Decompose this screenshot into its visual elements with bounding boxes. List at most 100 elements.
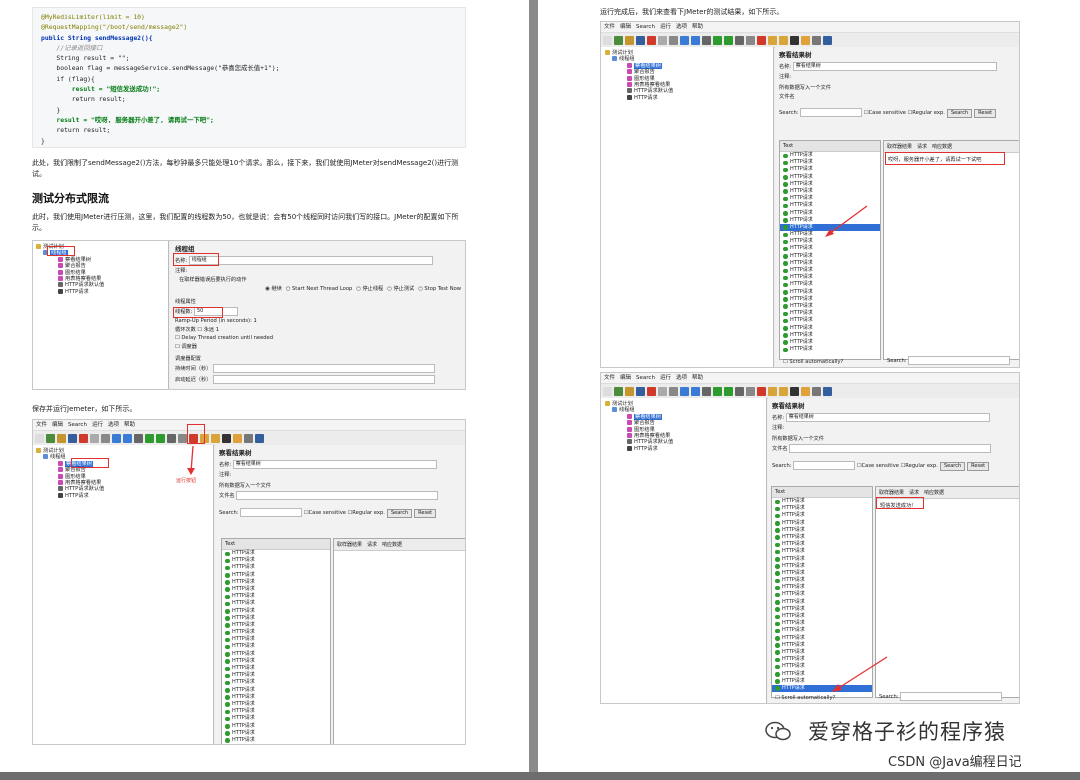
result-list-item[interactable]: HTTP请求	[780, 253, 880, 260]
toolbar-button-icon[interactable]	[680, 386, 689, 396]
toolbar-button-icon[interactable]	[636, 386, 645, 396]
result-list-item[interactable]: HTTP请求	[772, 606, 872, 613]
toolbar-button-icon[interactable]	[79, 433, 88, 443]
toolbar-button-icon[interactable]	[112, 433, 121, 443]
toolbar-button-icon[interactable]	[757, 35, 766, 45]
result-list-item[interactable]: HTTP请求	[222, 608, 330, 615]
toolbar-button-icon[interactable]	[768, 386, 777, 396]
toolbar-button-icon[interactable]	[735, 35, 744, 45]
toolbar-button-icon[interactable]	[68, 433, 77, 443]
toolbar-button-icon[interactable]	[801, 35, 810, 45]
result-list-item[interactable]: HTTP请求	[780, 181, 880, 188]
search-button[interactable]: Search	[946, 109, 973, 118]
result-list-item[interactable]: HTTP请求	[222, 643, 330, 650]
toolbar-button-icon[interactable]	[823, 35, 832, 45]
result-list-item[interactable]: HTTP请求	[772, 642, 872, 649]
result-list-item[interactable]: HTTP请求	[780, 346, 880, 353]
result-list-item[interactable]: HTTP请求	[780, 281, 880, 288]
search-button[interactable]: Search	[939, 462, 966, 471]
result-list-item[interactable]: HTTP请求	[772, 570, 872, 577]
bottom-search-input[interactable]	[900, 692, 1003, 701]
response-tab[interactable]: 响应数据	[382, 542, 402, 548]
radio-option[interactable]: ◉ 继续	[265, 286, 282, 292]
response-tab[interactable]: 请求	[909, 490, 919, 496]
result-list-item[interactable]: HTTP请求	[222, 723, 330, 730]
result-list-item[interactable]: HTTP请求	[780, 174, 880, 181]
toolbar-button-icon[interactable]	[658, 35, 667, 45]
result-list-item[interactable]: HTTP请求	[772, 548, 872, 555]
toolbar-button-icon[interactable]	[724, 386, 733, 396]
toolbar-button-icon[interactable]	[691, 386, 700, 396]
name-input[interactable]: 线程组	[188, 256, 433, 265]
result-list-item[interactable]: HTTP请求	[772, 563, 872, 570]
toolbar-button-icon[interactable]	[713, 35, 722, 45]
toolbar-button-icon[interactable]	[812, 386, 821, 396]
toolbar-button-icon[interactable]	[647, 35, 656, 45]
toolbar-button-icon[interactable]	[156, 433, 165, 443]
duration-input[interactable]	[212, 364, 435, 373]
startup-input[interactable]	[212, 375, 435, 384]
menu-item[interactable]: 编辑	[620, 24, 631, 30]
menu-item[interactable]: 编辑	[620, 375, 631, 381]
toolbar-button-icon[interactable]	[702, 35, 711, 45]
toolbar-button-icon[interactable]	[735, 386, 744, 396]
result-list-item[interactable]: HTTP请求	[222, 622, 330, 629]
case-sensitive[interactable]: Case sensitive	[309, 510, 346, 516]
radio-option[interactable]: ○ 停止测试	[387, 286, 414, 292]
toolbar-button-icon[interactable]	[145, 433, 154, 443]
toolbar-button-icon[interactable]	[167, 433, 176, 443]
result-list-item[interactable]: HTTP请求	[222, 694, 330, 701]
toolbar-button-icon[interactable]	[255, 433, 264, 443]
bottom-search-input[interactable]	[908, 356, 1011, 365]
result-list-item[interactable]: HTTP请求	[222, 615, 330, 622]
result-list-item[interactable]: HTTP请求	[772, 520, 872, 527]
regex[interactable]: Regular exp.	[905, 463, 938, 469]
toolbar-button-icon[interactable]	[625, 35, 634, 45]
tree-node[interactable]: HTTP请求	[33, 492, 213, 499]
toolbar-button-icon[interactable]	[790, 386, 799, 396]
filename-input[interactable]	[789, 444, 992, 453]
tree-node[interactable]: HTTP请求	[601, 445, 766, 452]
response-tab[interactable]: 请求	[367, 542, 377, 548]
menu-item[interactable]: 文件	[604, 375, 615, 381]
toolbar-button-icon[interactable]	[123, 433, 132, 443]
toolbar-button-icon[interactable]	[603, 386, 612, 396]
menu-item[interactable]: 选项	[108, 422, 119, 428]
toolbar-button-icon[interactable]	[669, 386, 678, 396]
result-list-item[interactable]: HTTP请求	[780, 296, 880, 303]
result-list-item[interactable]: HTTP请求	[780, 260, 880, 267]
response-tab[interactable]: 响应数据	[924, 490, 944, 496]
search-input[interactable]	[240, 508, 303, 517]
result-list-item[interactable]: HTTP请求	[222, 572, 330, 579]
toolbar-button-icon[interactable]	[614, 386, 623, 396]
toolbar-button-icon[interactable]	[636, 35, 645, 45]
name-input[interactable]: 察看结果树	[232, 460, 437, 469]
result-list-item[interactable]: HTTP请求	[222, 730, 330, 737]
menu-item[interactable]: Search	[68, 422, 87, 428]
menu-item[interactable]: 选项	[676, 24, 687, 30]
result-list-item[interactable]: HTTP请求	[780, 166, 880, 173]
toolbar-button-icon[interactable]	[790, 35, 799, 45]
regex[interactable]: Regular exp.	[352, 510, 385, 516]
result-list-item[interactable]: HTTP请求	[222, 679, 330, 686]
menu-item[interactable]: 运行	[660, 375, 671, 381]
result-list-item[interactable]: HTTP请求	[780, 325, 880, 332]
toolbar-button-icon[interactable]	[658, 386, 667, 396]
menu-item[interactable]: 帮助	[124, 422, 135, 428]
response-tab[interactable]: 请求	[917, 144, 927, 150]
menu-item[interactable]: 运行	[92, 422, 103, 428]
result-list-item[interactable]: HTTP请求	[222, 600, 330, 607]
case-sensitive[interactable]: Case sensitive	[862, 463, 899, 469]
result-list-item[interactable]: HTTP请求	[780, 245, 880, 252]
response-tab[interactable]: 取样器结果	[879, 490, 904, 496]
scroll-auto[interactable]: ☐ Scroll automatically?	[779, 358, 847, 366]
toolbar-button-icon[interactable]	[779, 386, 788, 396]
regex[interactable]: Regular exp.	[912, 110, 945, 116]
search-input[interactable]	[793, 461, 856, 470]
scroll-auto[interactable]: ☐ Scroll automatically?	[771, 694, 839, 702]
result-list-item[interactable]: HTTP请求	[780, 332, 880, 339]
name-input[interactable]: 察看结果树	[785, 413, 990, 422]
menu-item[interactable]: Search	[636, 24, 655, 30]
toolbar-button-icon[interactable]	[57, 433, 66, 443]
case-sensitive[interactable]: Case sensitive	[869, 110, 906, 116]
